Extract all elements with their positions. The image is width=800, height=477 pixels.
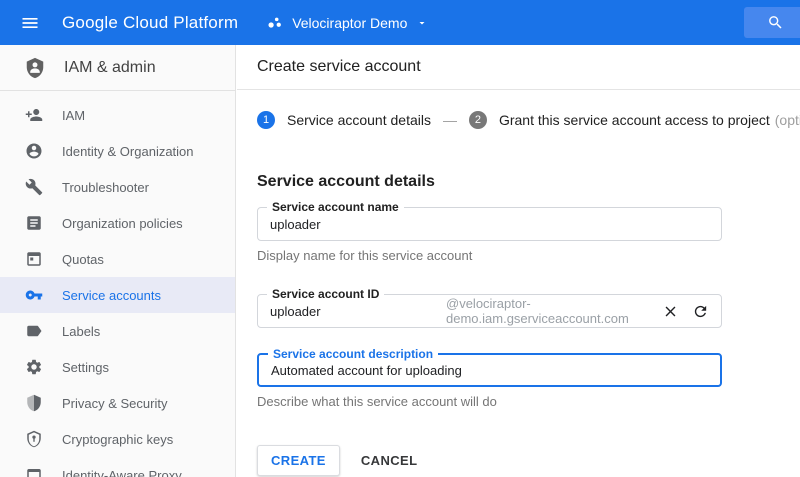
wrench-icon [25,178,43,196]
sidebar-item-label: Troubleshooter [62,180,149,195]
sidebar-item-identity-aware-proxy[interactable]: Identity-Aware Proxy [0,457,235,477]
stepper: 1 Service account details — 2 Grant this… [237,90,800,144]
sidebar-item-label: Identity-Aware Proxy [62,468,182,477]
service-account-id-field: Service account ID @velociraptor-demo.ia… [257,294,722,328]
sidebar-item-settings[interactable]: Settings [0,349,235,385]
sidebar-item-label: Organization policies [62,216,183,231]
sidebar-item-troubleshooter[interactable]: Troubleshooter [0,169,235,205]
sidebar-item-label: Service accounts [62,288,161,303]
step-2-circle[interactable]: 2 [469,111,487,129]
description-helper-text: Describe what this service account will … [257,394,800,409]
sidebar-item-label: Quotas [62,252,104,267]
product-logo[interactable]: Google Cloud Platform [62,13,238,33]
gear-icon [25,358,43,376]
chevron-down-icon [416,17,428,29]
quota-icon [25,250,43,268]
main-content: Create service account 1 Service account… [237,45,800,477]
step-2-label[interactable]: Grant this service account access to pro… [499,112,770,128]
sidebar-item-labels[interactable]: Labels [0,313,235,349]
person-add-icon [25,106,43,124]
name-helper-text: Display name for this service account [257,248,800,263]
step-separator: — [443,112,457,128]
sidebar-item-label: Identity & Organization [62,144,194,159]
service-account-description-field: Service account description [257,353,722,387]
label-tag-icon [25,322,43,340]
search-button[interactable] [744,7,800,38]
hamburger-menu-icon[interactable] [20,13,40,33]
shield-key-icon [25,430,43,448]
sidebar-item-label: Privacy & Security [62,396,167,411]
project-switcher[interactable]: Velociraptor Demo [266,14,428,31]
sidebar: IAM & admin IAM Identity & Organization … [0,45,236,477]
step-1-label[interactable]: Service account details [287,112,431,128]
sidebar-title: IAM & admin [64,59,156,77]
page-title: Create service account [257,58,421,76]
project-name: Velociraptor Demo [292,15,407,31]
service-account-description-label: Service account description [268,346,438,362]
service-account-id-label: Service account ID [267,286,384,302]
form-heading: Service account details [257,173,800,191]
sidebar-item-service-accounts[interactable]: Service accounts [0,277,235,313]
sidebar-item-quotas[interactable]: Quotas [0,241,235,277]
id-domain-suffix: @velociraptor-demo.iam.gserviceaccount.c… [446,296,649,326]
sidebar-item-cryptographic-keys[interactable]: Cryptographic keys [0,421,235,457]
clear-id-button[interactable] [662,303,679,320]
service-account-name-field: Service account name [257,207,722,241]
step-2-optional-label: (optional) [775,112,800,128]
sidebar-item-privacy-security[interactable]: Privacy & Security [0,385,235,421]
project-cluster-icon [266,14,283,31]
refresh-icon [692,303,709,320]
iam-admin-shield-person-icon [24,57,46,79]
step-1-circle[interactable]: 1 [257,111,275,129]
sidebar-item-label: IAM [62,108,85,123]
cancel-button[interactable]: CANCEL [361,453,418,468]
sidebar-nav: IAM Identity & Organization Troubleshoot… [0,91,235,477]
service-account-form: Service account details Service account … [237,144,800,476]
sidebar-header: IAM & admin [0,45,235,91]
shield-icon [25,394,43,412]
service-account-key-icon [25,286,43,304]
sidebar-item-label: Settings [62,360,109,375]
service-account-name-input[interactable] [270,217,709,232]
service-account-description-input[interactable] [271,363,708,378]
policy-document-icon [25,214,43,232]
search-icon [767,14,784,31]
sidebar-item-organization-policies[interactable]: Organization policies [0,205,235,241]
service-account-name-label: Service account name [267,199,404,215]
page-title-bar: Create service account [237,45,800,90]
top-app-bar: Google Cloud Platform Velociraptor Demo [0,0,800,45]
sidebar-item-identity-organization[interactable]: Identity & Organization [0,133,235,169]
service-account-id-input[interactable] [270,304,446,319]
sidebar-item-iam[interactable]: IAM [0,97,235,133]
regenerate-id-button[interactable] [692,303,709,320]
sidebar-item-label: Labels [62,324,100,339]
create-button[interactable]: CREATE [257,445,340,476]
close-icon [662,303,679,320]
sidebar-item-label: Cryptographic keys [62,432,173,447]
proxy-window-icon [25,466,43,477]
account-circle-icon [25,142,43,160]
form-actions: CREATE CANCEL [257,445,800,476]
